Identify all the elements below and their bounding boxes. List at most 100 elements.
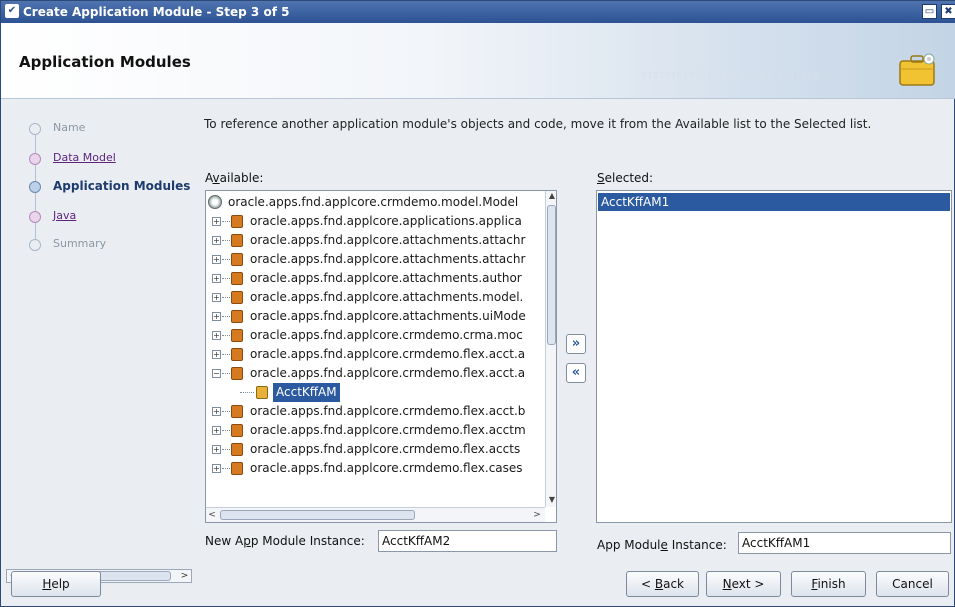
tree-horizontal-scrollbar[interactable]: < > <box>206 507 545 522</box>
page-title: Application Modules <box>19 53 191 71</box>
tree-package-row[interactable]: + oracle.apps.fnd.applcore.crmdemo.flex.c… <box>206 459 546 478</box>
expand-toggle-icon[interactable]: + <box>212 426 221 435</box>
tree-package-row[interactable]: + oracle.apps.fnd.applcore.crmdemo.flex.a… <box>206 440 546 459</box>
package-label: oracle.apps.fnd.applcore.crmdemo.flex.ac… <box>250 423 526 437</box>
list-item[interactable]: AcctKffAM1 <box>598 193 950 211</box>
step-application-modules-label: Application Modules <box>53 179 191 193</box>
package-label: oracle.apps.fnd.applcore.crmdemo.flex.ac… <box>250 404 526 418</box>
step-name-label: Name <box>53 121 86 134</box>
scrollbar-thumb[interactable] <box>220 510 415 520</box>
project-icon <box>208 195 222 209</box>
expand-toggle-icon[interactable]: + <box>212 217 221 226</box>
scrollbar-thumb[interactable] <box>547 205 556 345</box>
tree-connector <box>222 240 230 241</box>
package-icon <box>231 424 243 437</box>
new-instance-field[interactable]: AcctKffAM2 <box>378 530 557 552</box>
tree-package-row[interactable]: + oracle.apps.fnd.applcore.crmdemo.flex.a… <box>206 402 546 421</box>
tree-root-row[interactable]: oracle.apps.fnd.applcore.crmdemo.model.M… <box>206 193 546 212</box>
tree-connector <box>222 411 230 412</box>
expand-toggle-icon[interactable]: + <box>212 236 221 245</box>
package-icon <box>231 329 243 342</box>
briefcase-icon <box>899 53 935 86</box>
package-label: oracle.apps.fnd.applcore.crmdemo.flex.ac… <box>250 442 521 456</box>
app-module-label[interactable]: AcctKffAM <box>273 383 340 402</box>
expand-toggle-icon[interactable]: + <box>212 350 221 359</box>
expand-toggle-icon[interactable]: + <box>212 445 221 454</box>
step-data-model-link[interactable]: Data Model <box>53 151 116 164</box>
tree-root-label: oracle.apps.fnd.applcore.crmdemo.model.M… <box>228 195 519 209</box>
step-indicator-icon <box>29 153 41 165</box>
package-label: oracle.apps.fnd.applcore.attachments.mod… <box>250 290 524 304</box>
step-java-link[interactable]: Java <box>53 209 76 222</box>
tree-vertical-scrollbar[interactable]: ▲ ▼ <box>545 191 556 507</box>
tree-connector <box>222 335 230 336</box>
tree-connector <box>222 259 230 260</box>
expand-toggle-icon[interactable]: + <box>212 293 221 302</box>
scroll-up-arrow-icon[interactable]: ▲ <box>546 191 556 203</box>
collapse-toggle-icon[interactable]: − <box>212 369 221 378</box>
package-label: oracle.apps.fnd.applcore.attachments.att… <box>250 233 526 247</box>
package-icon <box>231 272 243 285</box>
tree-package-row[interactable]: + oracle.apps.fnd.applcore.attachments.ui… <box>206 307 546 326</box>
tree-package-row[interactable]: + oracle.apps.fnd.applcore.applications.a… <box>206 212 546 231</box>
app-module-icon <box>256 386 268 399</box>
banner-binary-decoration: 0101010101010101010101 0101010 <box>641 71 819 81</box>
package-icon <box>231 462 243 475</box>
tree-connector <box>222 468 230 469</box>
package-label: oracle.apps.fnd.applcore.crmdemo.flex.ac… <box>250 366 526 380</box>
package-label: oracle.apps.fnd.applcore.attachments.uiM… <box>250 309 526 323</box>
step-summary-label: Summary <box>53 237 107 250</box>
back-button[interactable]: < Back <box>626 571 699 597</box>
tree-package-row[interactable]: + oracle.apps.fnd.applcore.attachments.au… <box>206 269 546 288</box>
scroll-left-arrow-icon[interactable]: < <box>206 508 218 522</box>
expand-toggle-icon[interactable]: + <box>212 464 221 473</box>
available-tree[interactable]: oracle.apps.fnd.applcore.crmdemo.model.M… <box>205 190 557 523</box>
package-icon <box>231 348 243 361</box>
tree-child-row[interactable]: AcctKffAM <box>206 383 546 402</box>
package-label: oracle.apps.fnd.applcore.crmdemo.flex.ca… <box>250 461 523 475</box>
tree-package-row[interactable]: − oracle.apps.fnd.applcore.crmdemo.flex.a… <box>206 364 546 383</box>
tree-connector <box>222 316 230 317</box>
wizard-steps-panel: Name Data Model Application Modules Java… <box>11 101 194 561</box>
step-indicator-icon <box>29 239 41 251</box>
help-button[interactable]: Help <box>11 571 101 597</box>
remove-selected-button[interactable]: « <box>566 363 586 383</box>
app-instance-field[interactable]: AcctKffAM1 <box>738 532 951 554</box>
package-icon <box>231 234 243 247</box>
package-icon <box>231 253 243 266</box>
scroll-down-arrow-icon[interactable]: ▼ <box>546 495 556 507</box>
expand-toggle-icon[interactable]: + <box>212 274 221 283</box>
title-bar: ✔ Create Application Module - Step 3 of … <box>1 1 955 23</box>
scroll-right-arrow-icon[interactable]: > <box>178 570 191 582</box>
package-icon <box>231 405 243 418</box>
add-selected-button[interactable]: » <box>566 334 586 354</box>
restore-window-icon[interactable]: ▭ <box>922 4 937 19</box>
scroll-right-arrow-icon[interactable]: > <box>531 508 543 522</box>
window-menu-icon[interactable]: ✔ <box>5 4 19 18</box>
tree-package-row[interactable]: + oracle.apps.fnd.applcore.crmdemo.crma.m… <box>206 326 546 345</box>
step-indicator-icon <box>29 211 41 223</box>
package-label: oracle.apps.fnd.applcore.crmdemo.flex.ac… <box>250 347 526 361</box>
tree-connector <box>222 430 230 431</box>
new-instance-label: New App Module Instance: <box>205 534 365 548</box>
dialog-window: ✔ Create Application Module - Step 3 of … <box>0 0 955 607</box>
package-label: oracle.apps.fnd.applcore.applications.ap… <box>250 214 522 228</box>
tree-connector <box>222 449 230 450</box>
selected-list[interactable]: AcctKffAM1 <box>596 190 952 523</box>
cancel-button[interactable]: Cancel <box>876 571 949 597</box>
expand-toggle-icon[interactable]: + <box>212 312 221 321</box>
tree-package-row[interactable]: + oracle.apps.fnd.applcore.attachments.at… <box>206 231 546 250</box>
finish-button[interactable]: Finish <box>791 571 866 597</box>
package-label: oracle.apps.fnd.applcore.attachments.att… <box>250 252 526 266</box>
package-label: oracle.apps.fnd.applcore.crmdemo.crma.mo… <box>250 328 523 342</box>
selected-label: Selected: <box>597 171 654 185</box>
tree-package-row[interactable]: + oracle.apps.fnd.applcore.attachments.at… <box>206 250 546 269</box>
expand-toggle-icon[interactable]: + <box>212 255 221 264</box>
tree-package-row[interactable]: + oracle.apps.fnd.applcore.crmdemo.flex.a… <box>206 421 546 440</box>
expand-toggle-icon[interactable]: + <box>212 331 221 340</box>
tree-package-row[interactable]: + oracle.apps.fnd.applcore.attachments.mo… <box>206 288 546 307</box>
expand-toggle-icon[interactable]: + <box>212 407 221 416</box>
tree-package-row[interactable]: + oracle.apps.fnd.applcore.crmdemo.flex.a… <box>206 345 546 364</box>
next-button[interactable]: Next > <box>706 571 781 597</box>
close-window-icon[interactable]: ✖ <box>941 4 955 19</box>
